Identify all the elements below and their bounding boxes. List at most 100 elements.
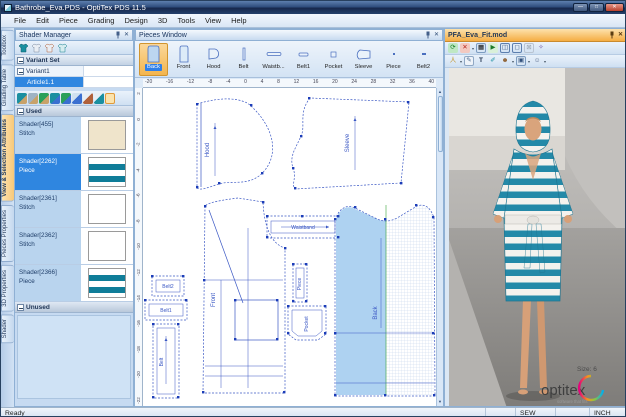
piece-thumb-pocket[interactable]: Pocket: [319, 43, 348, 76]
dropdown-icon[interactable]: ▾: [528, 59, 530, 64]
piece-thumb-waistband[interactable]: Waistb...: [259, 43, 288, 76]
tab-3d-properties[interactable]: 3D Properties: [1, 265, 14, 312]
tab-view-selection-attributes[interactable]: View & Selection Attributes: [1, 114, 14, 202]
minimize-button[interactable]: —: [573, 3, 588, 12]
variant-set-header[interactable]: Variant Set: [15, 55, 133, 66]
pin-icon[interactable]: [609, 31, 615, 39]
shader-row[interactable]: Shader[2366]Piece: [15, 265, 133, 302]
shader-row[interactable]: Shader[2361]Stitch: [15, 191, 133, 228]
close-button[interactable]: ✕: [605, 3, 624, 12]
shader-swatch[interactable]: [88, 120, 126, 150]
used-section-header[interactable]: Used: [15, 106, 133, 117]
shader-row[interactable]: Shader[2262]Piece: [15, 154, 133, 191]
shade-stitch-icon[interactable]: [61, 93, 71, 104]
tab-pieces-properties[interactable]: Pieces Properties: [1, 205, 14, 262]
avatar-props-icon[interactable]: ☺: [532, 56, 542, 66]
paintbrush-icon[interactable]: ✐: [488, 56, 498, 66]
shader-row[interactable]: Shader[455]Stitch: [15, 117, 133, 154]
collapse-icon[interactable]: [17, 57, 24, 64]
pick-shader-icon[interactable]: [72, 93, 82, 104]
shader-swatch[interactable]: [88, 194, 126, 224]
edit-page-icon[interactable]: ✎: [464, 56, 474, 66]
reset-simulation-icon[interactable]: ✕: [460, 43, 470, 53]
text-tool-icon[interactable]: T: [476, 56, 486, 66]
canvas-vertical-scrollbar[interactable]: ▲ ▼: [436, 88, 443, 406]
model-panel-header[interactable]: PFA_Eva_Fit.mod ✕: [445, 29, 626, 42]
piece-thumb-belt[interactable]: Belt: [229, 43, 258, 76]
clear-shader-icon[interactable]: [28, 93, 38, 104]
variant-row[interactable]: Variant1: [15, 66, 133, 77]
menu-grading[interactable]: Grading: [83, 16, 120, 25]
piece-thumb-belt2[interactable]: Belt2: [409, 43, 438, 76]
monitor-icon[interactable]: ▦: [476, 43, 486, 53]
pin-icon[interactable]: [115, 31, 121, 39]
variant-shirt-icon[interactable]: [31, 43, 42, 53]
variant-shirt-icon[interactable]: [18, 43, 29, 53]
copy-shader-icon[interactable]: [94, 93, 104, 104]
piece-thumb-back[interactable]: Back: [139, 43, 168, 76]
collapse-icon[interactable]: [17, 68, 24, 75]
scrollbar-thumb[interactable]: [438, 96, 443, 152]
menu-piece[interactable]: Piece: [54, 16, 83, 25]
piece-thumb-sleeve[interactable]: Sleeve: [349, 43, 378, 76]
shade-piece-icon[interactable]: [50, 93, 60, 104]
pieces-window-header[interactable]: Pieces Window ✕: [135, 29, 443, 41]
pattern-piece-back[interactable]: [335, 205, 435, 396]
dropdown-icon[interactable]: ▾: [544, 59, 546, 64]
viewport-scrollbar[interactable]: [445, 68, 449, 406]
dropdown-icon[interactable]: ▾: [512, 59, 514, 64]
shader-manager-header[interactable]: Shader Manager ✕: [15, 29, 133, 41]
article-value-cell[interactable]: [83, 77, 133, 87]
menu-view[interactable]: View: [200, 16, 226, 25]
piece-thumb-hood[interactable]: Hood: [199, 43, 228, 76]
scroll-up-icon[interactable]: ▲: [438, 88, 442, 96]
avatar-icon[interactable]: ☻: [500, 56, 510, 66]
scroll-down-icon[interactable]: ▼: [438, 398, 442, 406]
dropdown-icon[interactable]: ▾: [460, 59, 462, 64]
maximize-button[interactable]: □: [589, 3, 604, 12]
variant-shirt-icon[interactable]: [44, 43, 55, 53]
shader-swatch[interactable]: [88, 268, 126, 298]
edit-shader-icon[interactable]: [83, 93, 93, 104]
pin-icon[interactable]: [425, 31, 431, 39]
skeleton-pose-icon[interactable]: 人: [448, 56, 458, 66]
simulate-icon[interactable]: ⟳: [448, 43, 458, 53]
menu-file[interactable]: File: [9, 16, 31, 25]
status-units[interactable]: INCH: [589, 408, 626, 417]
close-panel-icon[interactable]: ✕: [124, 32, 129, 38]
menu-design[interactable]: Design: [119, 16, 152, 25]
menu-edit[interactable]: Edit: [31, 16, 54, 25]
shader-swatch[interactable]: [88, 157, 126, 187]
measure-icon[interactable]: ✧: [536, 43, 546, 53]
menu-tools[interactable]: Tools: [172, 16, 200, 25]
tab-shader[interactable]: Shader: [1, 314, 14, 343]
collapse-icon[interactable]: [17, 108, 24, 115]
model-box-icon[interactable]: ▣: [516, 56, 526, 66]
article-row[interactable]: Article1.1: [15, 77, 133, 88]
dropdown-icon[interactable]: ▾: [472, 46, 474, 51]
shader-row[interactable]: Shader[2362]Stitch: [15, 228, 133, 265]
place-pieces-icon[interactable]: ◫: [500, 43, 510, 53]
piece-thumb-front[interactable]: Front: [169, 43, 198, 76]
piece-thumb-piece[interactable]: Piece: [379, 43, 408, 76]
title-bar[interactable]: Bathrobe_Eva.PDS - OptiTex PDS 11.5 — □ …: [1, 1, 626, 14]
tab-toolbox[interactable]: Toolbox: [1, 30, 14, 61]
apply-shader-icon[interactable]: [17, 93, 27, 104]
variant-value-cell[interactable]: [83, 66, 133, 76]
play-icon[interactable]: ▶: [488, 43, 498, 53]
bounding-box-icon[interactable]: ◻: [512, 43, 522, 53]
variant-shirt-icon[interactable]: [57, 43, 68, 53]
close-panel-icon[interactable]: ✕: [434, 32, 439, 38]
3d-viewport[interactable]: Size: 6 optitex software that fits: [445, 68, 626, 406]
tab-grading-table[interactable]: Grading Table: [1, 64, 14, 111]
fill-shader-icon[interactable]: [39, 93, 49, 104]
piece-thumb-belt1[interactable]: Belt1: [289, 43, 318, 76]
shader-page-icon[interactable]: [105, 93, 115, 104]
menu-3d[interactable]: 3D: [153, 16, 173, 25]
menu-help[interactable]: Help: [226, 16, 251, 25]
pattern-canvas[interactable]: Hood Sleeve Front Waistband Piece Pocket…: [143, 88, 436, 406]
pattern-piece-belt[interactable]: [153, 324, 179, 398]
shader-swatch[interactable]: [88, 231, 126, 261]
collapse-icon[interactable]: [17, 304, 24, 311]
unused-section-header[interactable]: Unused: [15, 302, 133, 313]
